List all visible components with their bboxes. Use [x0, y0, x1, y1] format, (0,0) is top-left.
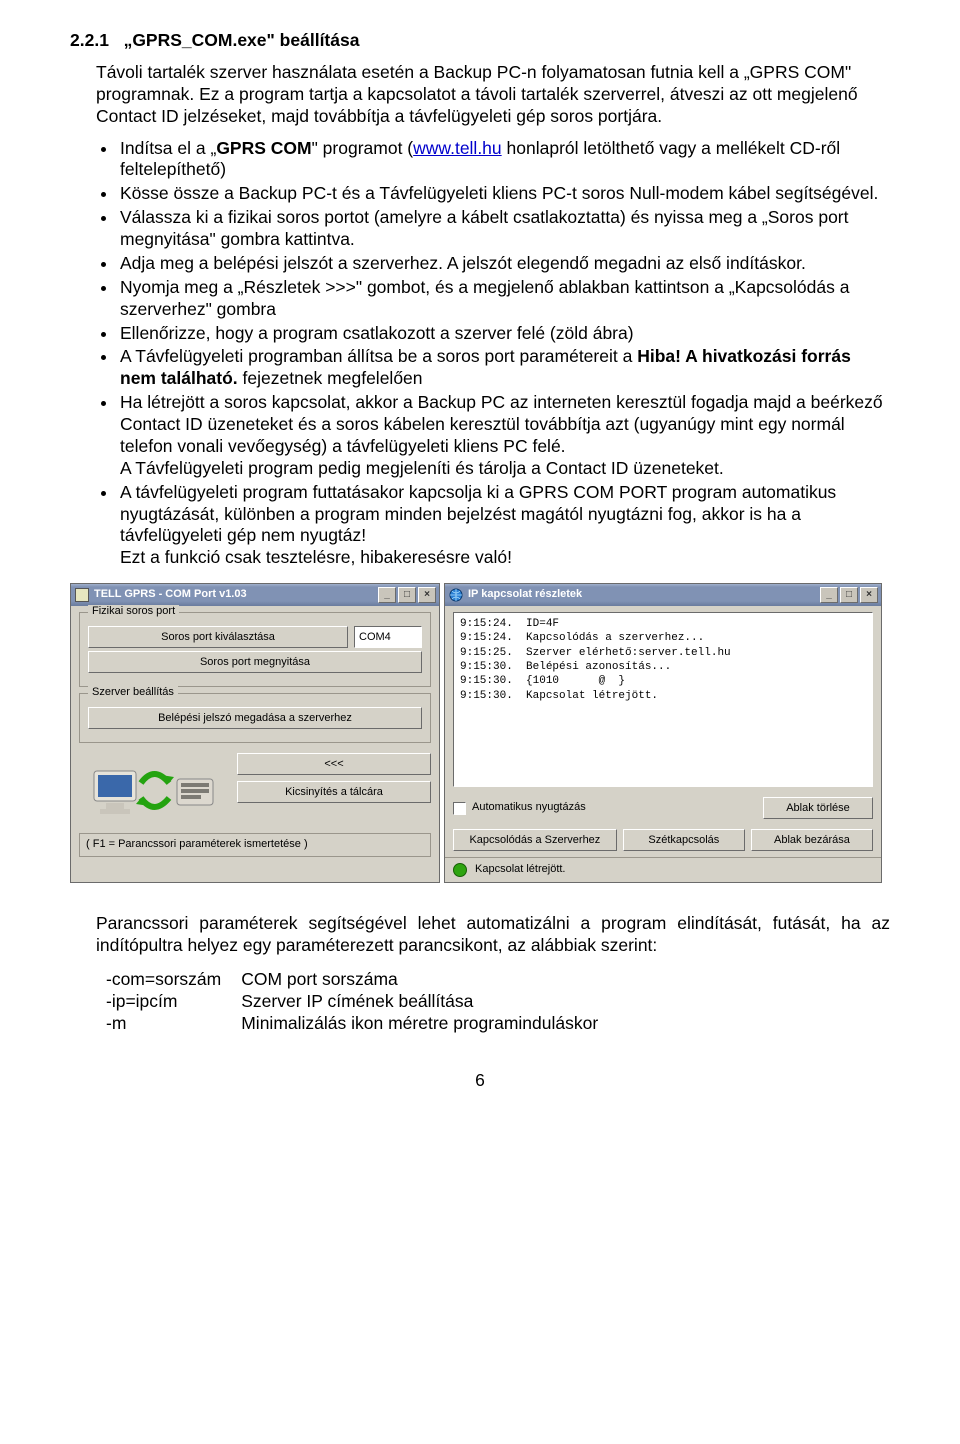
bullet-item: Ellenőrizze, hogy a program csatlakozott… — [118, 323, 890, 345]
server-group: Szerver beállítás Belépési jelszó megadá… — [79, 693, 431, 743]
connect-button[interactable]: Kapcsolódás a Szerverhez — [453, 829, 617, 851]
titlebar: IP kapcsolat részletek _ □ × — [445, 584, 881, 606]
intro-paragraph: Távoli tartalék szerver használata eseté… — [96, 62, 890, 128]
window-title: IP kapcsolat részletek — [468, 588, 582, 602]
section-number: 2.2.1 — [70, 30, 109, 50]
ip-details-window: IP kapcsolat részletek _ □ × 9:15:24. ID… — [444, 583, 882, 883]
minimize-button[interactable]: _ — [820, 587, 838, 603]
param-desc: COM port sorszáma — [241, 969, 618, 991]
closing-paragraph: Parancssori paraméterek segítségével leh… — [96, 913, 890, 957]
param-key: -m — [106, 1013, 241, 1035]
table-row: -ip=ipcím Szerver IP címének beállítása — [106, 991, 618, 1013]
group-title: Szerver beállítás — [88, 686, 178, 700]
password-button[interactable]: Belépési jelszó megadása a szerverhez — [88, 707, 422, 729]
bullet-list: Indítsa el a „GPRS COM" programot (www.t… — [92, 138, 890, 570]
param-desc: Szerver IP címének beállítása — [241, 991, 618, 1013]
auto-ack-checkbox[interactable]: Automatikus nyugtázás — [453, 801, 755, 815]
screenshots-row: TELL GPRS - COM Port v1.03 _ □ × Fizikai… — [70, 583, 890, 883]
tell-link[interactable]: www.tell.hu — [413, 138, 502, 158]
minimize-button[interactable]: _ — [378, 587, 396, 603]
table-row: -com=sorszám COM port sorszáma — [106, 969, 618, 991]
param-desc: Minimalizálás ikon méretre programindulá… — [241, 1013, 618, 1035]
param-key: -com=sorszám — [106, 969, 241, 991]
status-image — [79, 753, 229, 823]
status-indicator-icon — [453, 863, 467, 877]
window-title: TELL GPRS - COM Port v1.03 — [94, 588, 247, 602]
close-button[interactable]: × — [418, 587, 436, 603]
globe-icon — [449, 588, 463, 602]
app-icon — [75, 588, 89, 602]
hint-bar: ( F1 = Parancssori paraméterek ismerteté… — [79, 833, 431, 857]
bullet-item: A Távfelügyeleti programban állítsa be a… — [118, 346, 890, 390]
checkbox-label: Automatikus nyugtázás — [472, 801, 586, 815]
select-port-button[interactable]: Soros port kiválasztása — [88, 626, 348, 648]
minimize-tray-button[interactable]: Kicsinyítés a tálcára — [237, 781, 431, 803]
page-number: 6 — [70, 1070, 890, 1092]
open-port-button[interactable]: Soros port megnyitása — [88, 651, 422, 673]
table-row: -m Minimalizálás ikon méretre programind… — [106, 1013, 618, 1035]
checkbox-icon[interactable] — [453, 802, 466, 815]
cli-params-table: -com=sorszám COM port sorszáma -ip=ipcím… — [106, 969, 618, 1035]
bullet-item: Ha létrejött a soros kapcsolat, akkor a … — [118, 392, 890, 480]
serial-port-group: Fizikai soros port Soros port kiválasztá… — [79, 612, 431, 687]
com-port-field[interactable]: COM4 — [354, 626, 422, 648]
maximize-button[interactable]: □ — [398, 587, 416, 603]
bullet-item: A távfelügyeleti program futtatásakor ka… — [118, 482, 890, 570]
param-key: -ip=ipcím — [106, 991, 241, 1013]
status-text: Kapcsolat létrejött. — [475, 863, 566, 877]
bullet-item: Kösse össze a Backup PC-t és a Távfelügy… — [118, 183, 890, 205]
section-heading: 2.2.1 „GPRS_COM.exe" beállítása — [70, 30, 890, 52]
bullet-item: Adja meg a belépési jelszót a szerverhez… — [118, 253, 890, 275]
bullet-item: Nyomja meg a „Részletek >>>" gombot, és … — [118, 277, 890, 321]
section-title: „GPRS_COM.exe" beállítása — [124, 30, 360, 50]
collapse-button[interactable]: <<< — [237, 753, 431, 775]
bullet-item: Indítsa el a „GPRS COM" programot (www.t… — [118, 138, 890, 182]
maximize-button[interactable]: □ — [840, 587, 858, 603]
close-window-button[interactable]: Ablak bezárása — [751, 829, 873, 851]
titlebar: TELL GPRS - COM Port v1.03 _ □ × — [71, 584, 439, 606]
status-bar: Kapcsolat létrejött. — [445, 857, 881, 882]
gprs-com-window: TELL GPRS - COM Port v1.03 _ □ × Fizikai… — [70, 583, 440, 883]
disconnect-button[interactable]: Szétkapcsolás — [623, 829, 745, 851]
group-title: Fizikai soros port — [88, 605, 179, 619]
log-area[interactable]: 9:15:24. ID=4F 9:15:24. Kapcsolódás a sz… — [453, 612, 873, 787]
bullet-item: Válassza ki a fizikai soros portot (amel… — [118, 207, 890, 251]
clear-button[interactable]: Ablak törlése — [763, 797, 873, 819]
close-button[interactable]: × — [860, 587, 878, 603]
